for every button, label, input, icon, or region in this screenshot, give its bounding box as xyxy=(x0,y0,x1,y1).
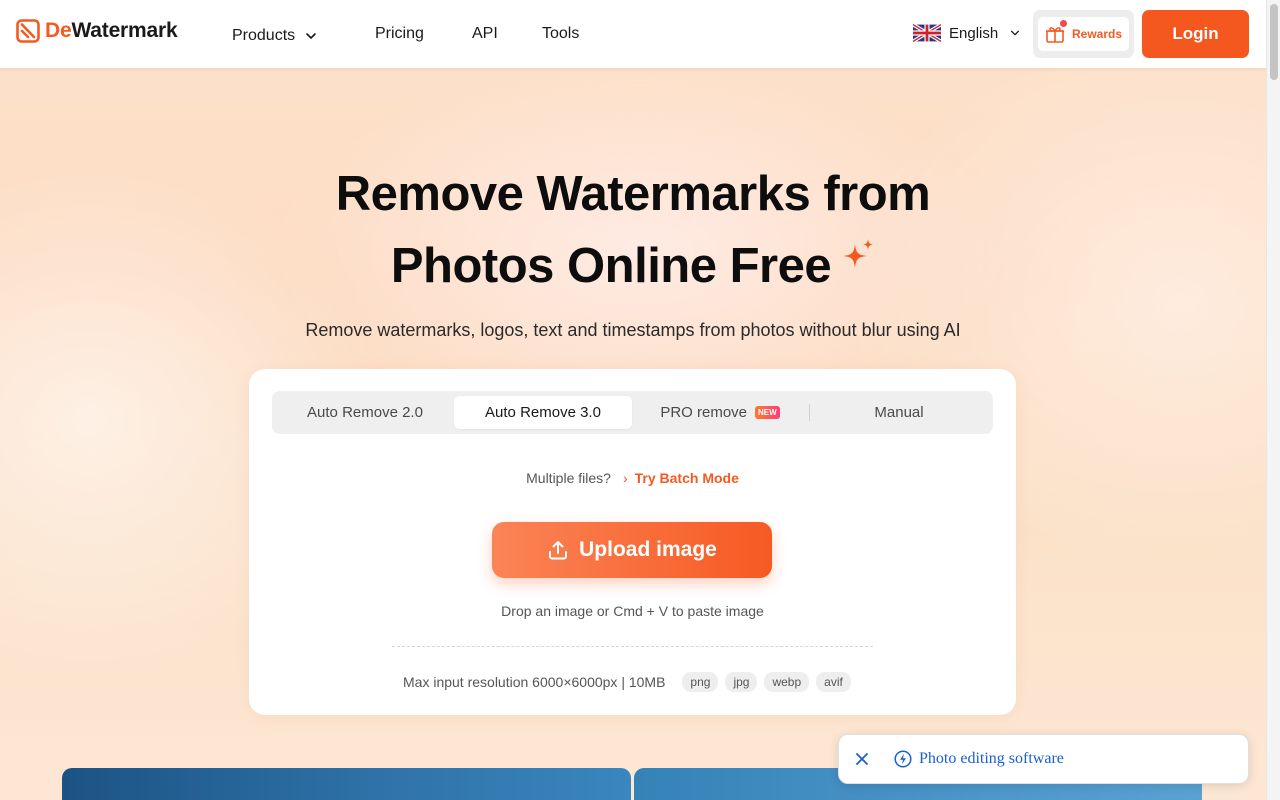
mode-tabs: Auto Remove 2.0 Auto Remove 3.0 PRO remo… xyxy=(272,391,993,434)
limits-text: Max input resolution 6000×6000px | 10MB xyxy=(403,674,666,690)
format-badge-png: png xyxy=(682,672,719,692)
batch-mode-row: Multiple files? › Try Batch Mode xyxy=(249,470,1016,486)
nav-api[interactable]: API xyxy=(472,22,498,46)
page-scrollbar[interactable] xyxy=(1266,0,1280,800)
tab-pro-remove[interactable]: PRO remove NEW xyxy=(632,396,808,429)
login-button[interactable]: Login xyxy=(1142,10,1249,58)
batch-mode-link[interactable]: Try Batch Mode xyxy=(635,470,739,486)
gift-icon xyxy=(1046,27,1064,43)
example-image-before xyxy=(62,768,631,800)
rewards-inner: Rewards xyxy=(1038,17,1129,51)
format-badge-avif: avif xyxy=(816,672,851,692)
logo-text: DeWatermark xyxy=(45,19,178,42)
upload-icon xyxy=(549,541,568,560)
new-badge: NEW xyxy=(755,406,780,419)
dashed-divider xyxy=(392,646,873,647)
upload-card: Auto Remove 2.0 Auto Remove 3.0 PRO remo… xyxy=(249,369,1016,715)
hero-title-line1: Remove Watermarks from xyxy=(335,167,931,221)
drop-hint: Drop an image or Cmd + V to paste image xyxy=(501,603,764,619)
logo[interactable]: DeWatermark xyxy=(16,19,178,43)
nav-products[interactable]: Products xyxy=(232,24,317,48)
toast-link[interactable]: Photo editing software xyxy=(919,750,1064,768)
tab-pro-remove-label: PRO remove xyxy=(660,404,748,421)
hero-title-line2-text: Photos Online Free xyxy=(390,239,832,293)
format-badge-jpg: jpg xyxy=(725,672,758,692)
language-label: English xyxy=(949,24,999,42)
scrollbar-thumb[interactable] xyxy=(1270,4,1278,80)
upload-image-label: Upload image xyxy=(579,538,717,561)
nav-pricing[interactable]: Pricing xyxy=(375,22,424,46)
notification-dot xyxy=(1060,20,1067,27)
close-icon[interactable] xyxy=(855,752,869,766)
rewards-label: Rewards xyxy=(1072,27,1123,41)
uk-flag-icon xyxy=(913,24,941,42)
tab-auto-remove-3[interactable]: Auto Remove 3.0 xyxy=(454,396,632,429)
chevron-right-icon: › xyxy=(622,470,628,486)
upload-limits: Max input resolution 6000×6000px | 10MB … xyxy=(403,671,851,693)
tab-manual[interactable]: Manual xyxy=(809,396,989,429)
format-badge-webp: webp xyxy=(764,672,810,692)
batch-question: Multiple files? xyxy=(526,470,611,486)
chevron-down-icon xyxy=(1011,30,1020,36)
top-navbar: DeWatermark Products Pricing API Tools E… xyxy=(0,0,1266,68)
language-selector[interactable]: English xyxy=(913,24,1020,42)
hero-subtitle: Remove watermarks, logos, text and times… xyxy=(305,320,961,340)
nav-products-label: Products xyxy=(232,27,296,44)
rewards-button[interactable]: Rewards xyxy=(1033,10,1134,58)
hero-title-line2: Photos Online Free xyxy=(0,230,1266,302)
chevron-down-icon xyxy=(306,33,316,39)
tab-auto-remove-2[interactable]: Auto Remove 2.0 xyxy=(276,396,454,429)
nav-tools[interactable]: Tools xyxy=(542,22,579,46)
logo-icon xyxy=(16,19,40,43)
sparkle-icon xyxy=(843,239,874,268)
upload-image-button[interactable]: Upload image xyxy=(492,522,772,578)
lightning-icon xyxy=(894,750,912,768)
suggestion-toast: Photo editing software xyxy=(838,734,1249,784)
